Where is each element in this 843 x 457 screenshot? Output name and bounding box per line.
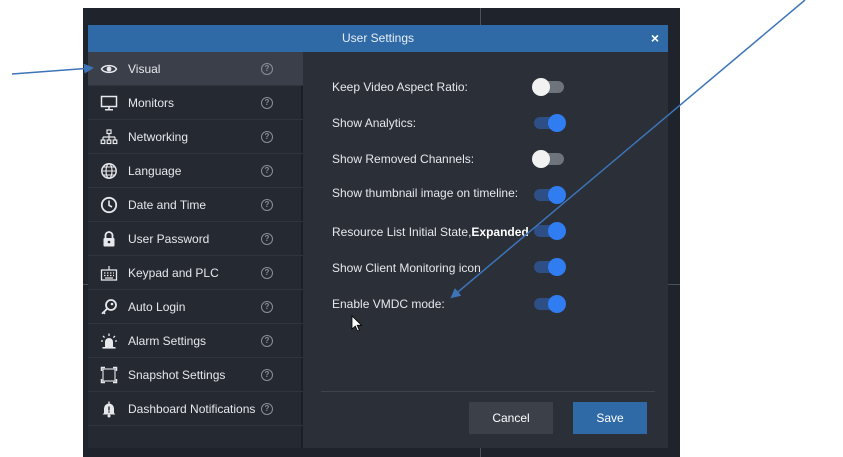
sidebar-item-label: Auto Login [128,300,186,314]
snapshot-icon [100,366,118,384]
setting-show-thumbnail-timeline: Show thumbnail image on timeline: [305,175,668,211]
sidebar-item-label: Networking [128,130,189,144]
toggle-knob [532,78,550,96]
sidebar-item-label: Snapshot Settings [128,368,226,382]
screenshot: User Settings × Visual ? Monitors ? Netw… [0,0,843,457]
sidebar-item-networking[interactable]: Networking ? [88,120,303,154]
lock-icon [100,230,118,248]
help-icon[interactable]: ? [261,403,273,415]
sidebar-item-dashboard-notifications[interactable]: Dashboard Notifications ? [88,392,303,426]
network-icon [100,128,118,146]
help-icon[interactable]: ? [261,335,273,347]
setting-label: Show thumbnail image on timeline: [332,186,519,200]
setting-show-client-monitoring-icon: Show Client Monitoring icon [305,250,668,286]
setting-enable-vmdc-mode: Enable VMDC mode: [305,286,668,322]
settings-sidebar: Visual ? Monitors ? Networking ? Languag… [88,52,303,448]
monitor-icon [100,94,118,112]
sidebar-item-label: Date and Time [128,198,207,212]
annotation-arrow-visual [11,63,94,75]
setting-keep-video-aspect-ratio: Keep Video Aspect Ratio: [305,69,668,105]
dialog-title: User Settings [341,31,415,45]
visual-settings-panel: Keep Video Aspect Ratio: Show Analytics:… [305,52,668,448]
setting-label-text: Resource List Initial State, [332,225,472,239]
sidebar-item-user-password[interactable]: User Password ? [88,222,303,256]
toggle-knob [548,295,566,313]
resource-list-expanded-toggle[interactable] [534,222,566,240]
dialog-titlebar: User Settings × [88,25,668,52]
setting-label: Enable VMDC mode: [332,297,445,311]
enable-vmdc-toggle[interactable] [534,295,566,313]
show-removed-channels-toggle[interactable] [532,150,564,168]
sidebar-item-label: Dashboard Notifications [128,402,256,416]
sidebar-item-language[interactable]: Language ? [88,154,303,188]
toggle-knob [548,186,566,204]
help-icon[interactable]: ? [261,131,273,143]
show-thumbnail-toggle[interactable] [534,186,566,204]
toggle-knob [548,222,566,240]
help-icon[interactable]: ? [261,267,273,279]
setting-label: Show Analytics: [332,116,417,130]
globe-icon [100,162,118,180]
sidebar-item-monitors[interactable]: Monitors ? [88,86,303,120]
bell-icon [100,400,118,418]
close-icon[interactable]: × [651,25,659,52]
toggle-knob [532,150,550,168]
sidebar-item-snapshot-settings[interactable]: Snapshot Settings ? [88,358,303,392]
keep-aspect-ratio-toggle[interactable] [532,78,564,96]
footer-divider [321,391,655,392]
show-analytics-toggle[interactable] [534,114,566,132]
setting-resource-list-initial-state: Resource List Initial State,Expanded [305,214,668,250]
save-button[interactable]: Save [573,402,647,434]
setting-show-analytics: Show Analytics: [305,105,668,141]
clock-icon [100,196,118,214]
keyboard-icon [100,264,118,282]
sidebar-item-label: Language [128,164,182,178]
help-icon[interactable]: ? [261,301,273,313]
toggle-knob [548,258,566,276]
setting-label: Resource List Initial State,Expanded [332,214,529,250]
eye-icon [100,60,118,78]
sidebar-item-visual[interactable]: Visual ? [88,52,303,86]
setting-label: Show Removed Channels: [332,152,475,166]
setting-show-removed-channels: Show Removed Channels: [305,141,668,177]
help-icon[interactable]: ? [261,63,273,75]
sidebar-item-label: Alarm Settings [128,334,207,348]
user-settings-dialog: User Settings × Visual ? Monitors ? Netw… [88,25,668,448]
sidebar-item-label: Visual [128,62,161,76]
toggle-knob [548,114,566,132]
setting-label: Keep Video Aspect Ratio: [332,80,468,94]
help-icon[interactable]: ? [261,165,273,177]
setting-label-bold: Expanded [471,225,529,239]
sidebar-item-date-and-time[interactable]: Date and Time ? [88,188,303,222]
sidebar-item-auto-login[interactable]: Auto Login ? [88,290,303,324]
help-icon[interactable]: ? [261,97,273,109]
help-icon[interactable]: ? [261,199,273,211]
siren-icon [100,332,118,350]
sidebar-item-label: Keypad and PLC [128,266,219,280]
setting-label: Show Client Monitoring icon [332,261,481,275]
show-client-monitoring-toggle[interactable] [534,258,566,276]
key-icon [100,298,118,316]
sidebar-item-keypad-and-plc[interactable]: Keypad and PLC ? [88,256,303,290]
help-icon[interactable]: ? [261,369,273,381]
sidebar-item-label: Monitors [128,96,175,110]
help-icon[interactable]: ? [261,233,273,245]
sidebar-item-label: User Password [128,232,210,246]
sidebar-item-alarm-settings[interactable]: Alarm Settings ? [88,324,303,358]
cancel-button[interactable]: Cancel [469,402,553,434]
